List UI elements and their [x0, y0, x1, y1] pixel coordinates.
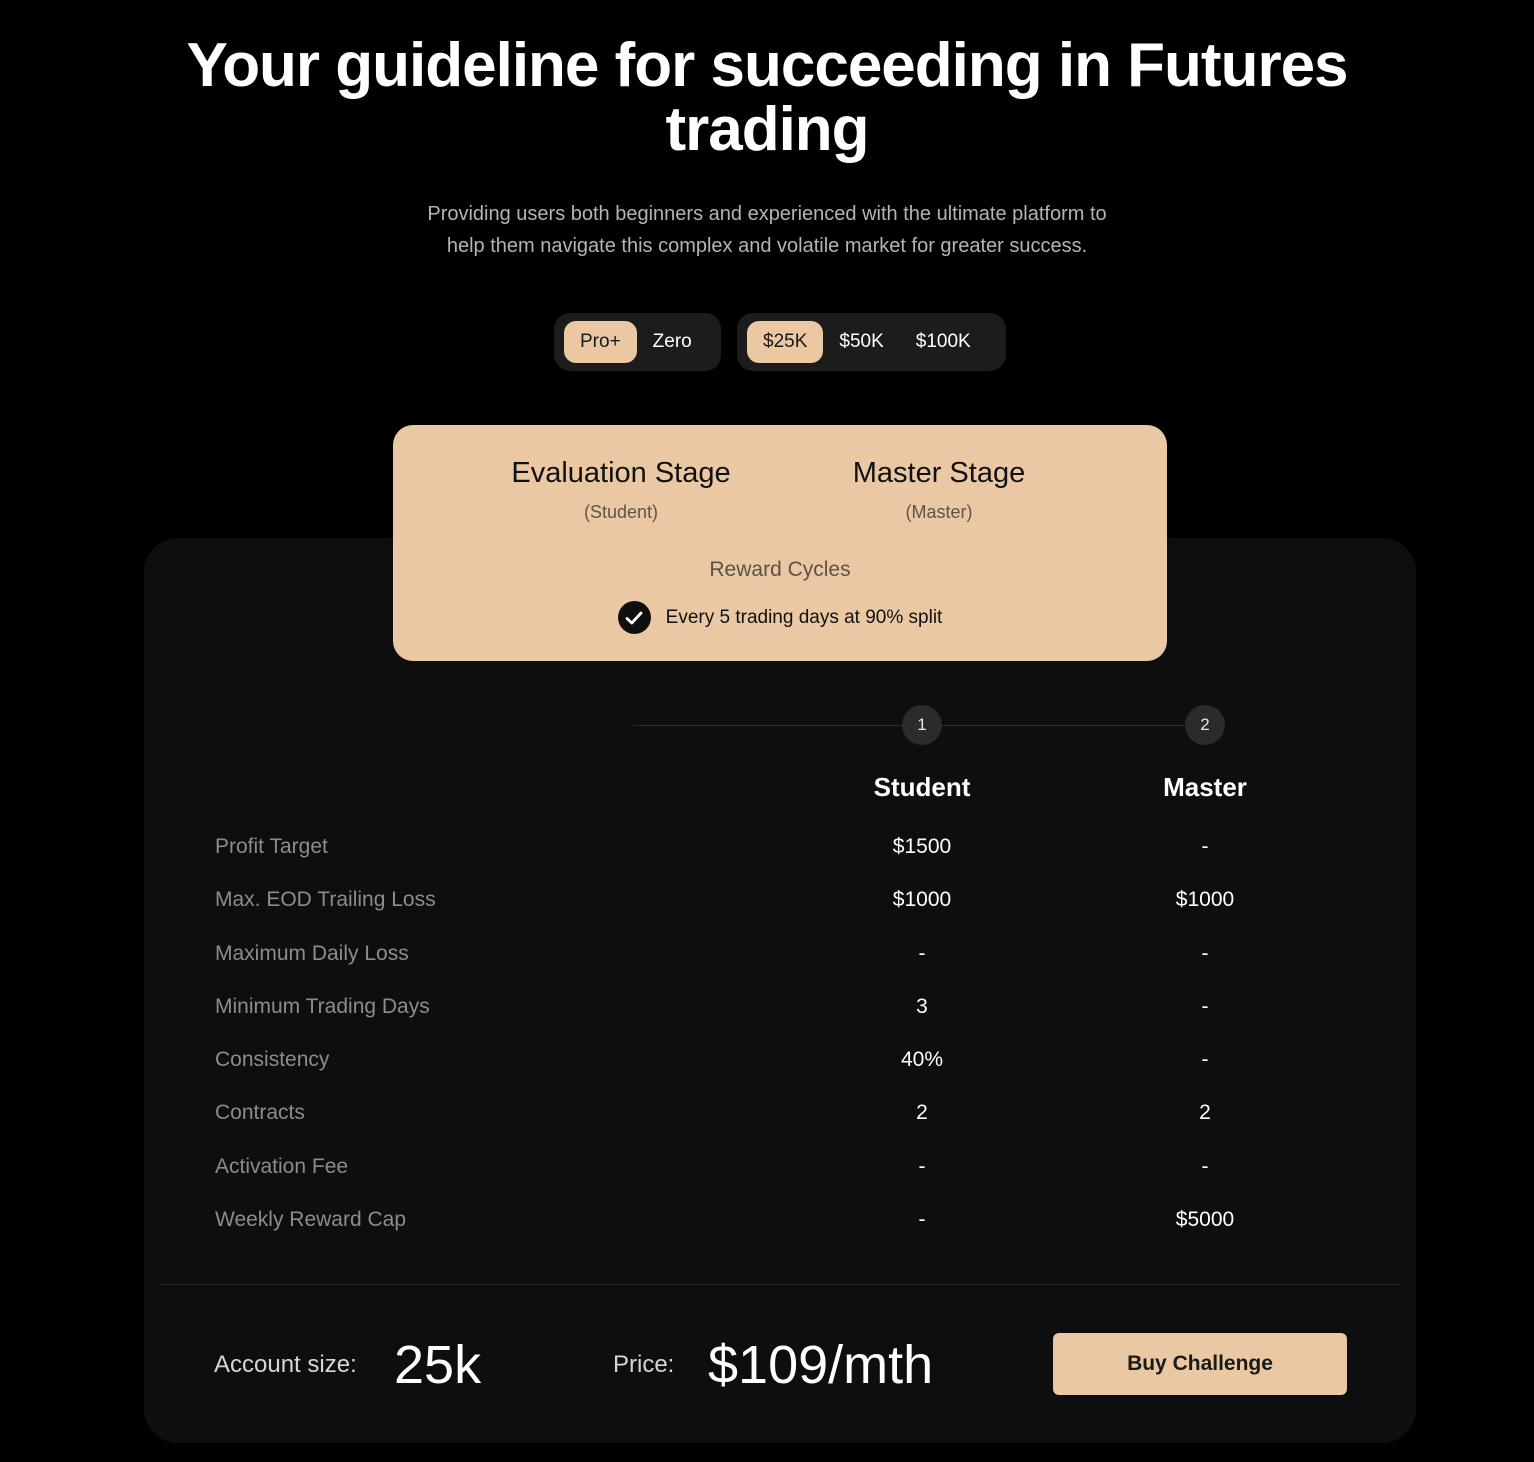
evaluation-stage-title: Evaluation Stage [511, 457, 731, 489]
master-value: - [1201, 994, 1209, 1018]
student-value: - [918, 1154, 926, 1178]
size-option-25k[interactable]: $25K [747, 321, 824, 363]
reward-cycles-title: Reward Cycles [709, 558, 851, 581]
rules-table: Profit Target $1500 - Max. EOD Trailing … [215, 821, 1315, 1247]
plan-option-pro-plus[interactable]: Pro+ [564, 321, 637, 363]
plan-toggle: Pro+ Zero [554, 313, 721, 371]
buy-challenge-button[interactable]: Buy Challenge [1053, 1333, 1347, 1395]
price-value: $109/mth [708, 1335, 934, 1395]
student-value: 40% [900, 1048, 944, 1072]
table-row: Contracts 2 2 [215, 1087, 1315, 1140]
student-value: $1500 [892, 835, 952, 858]
master-stage: Master Stage (Master) [779, 455, 1099, 523]
master-stage-title: Master Stage [852, 457, 1026, 489]
evaluation-stage: Evaluation Stage (Student) [461, 455, 781, 523]
student-value: - [918, 1208, 926, 1232]
master-value: 2 [1199, 1101, 1211, 1125]
account-size-toggle: $25K $50K $100K [737, 313, 1006, 371]
step-marker-2: 2 [1185, 705, 1225, 745]
price-label: Price: [613, 1351, 675, 1378]
account-size-label: Account size: [214, 1351, 357, 1378]
page-title-line-2: trading [665, 95, 869, 164]
page-title-line-1: Your guideline for succeeding in Futures [186, 31, 1348, 100]
row-label: Max. EOD Trailing Loss [215, 888, 436, 912]
master-value: - [1201, 835, 1209, 858]
row-label: Contracts [215, 1101, 305, 1125]
column-header-master: Master [1163, 772, 1247, 802]
table-row: Max. EOD Trailing Loss $1000 $1000 [215, 874, 1315, 927]
account-size-value: 25k [394, 1335, 482, 1395]
size-option-100k[interactable]: $100K [900, 321, 987, 363]
page: Your guideline for succeeding in Futures… [0, 0, 1534, 1462]
student-value: 3 [916, 994, 928, 1018]
master-value: - [1201, 1154, 1209, 1178]
row-label: Profit Target [215, 835, 328, 858]
student-value: $1000 [892, 888, 952, 912]
step-marker-1: 1 [902, 705, 942, 745]
row-label: Weekly Reward Cap [215, 1208, 407, 1232]
page-subtitle: Providing users both beginners and exper… [0, 198, 1534, 262]
row-label: Maximum Daily Loss [215, 941, 409, 965]
master-value: $5000 [1175, 1208, 1235, 1232]
table-row: Activation Fee - - [215, 1141, 1315, 1194]
master-value: - [1201, 941, 1209, 965]
master-value: $1000 [1175, 888, 1235, 912]
table-row: Weekly Reward Cap - $5000 [215, 1194, 1315, 1247]
table-row: Maximum Daily Loss - - [215, 928, 1315, 981]
row-label: Activation Fee [215, 1154, 349, 1178]
page-subtitle-line-1: Providing users both beginners and exper… [427, 203, 1107, 225]
plan-option-zero[interactable]: Zero [637, 321, 708, 363]
table-row: Consistency 40% - [215, 1034, 1315, 1087]
size-option-50k[interactable]: $50K [823, 321, 899, 363]
student-value: - [918, 941, 926, 965]
row-label: Consistency [215, 1048, 330, 1072]
page-subtitle-line-2: help them navigate this complex and vola… [446, 235, 1088, 257]
page-title: Your guideline for succeeding in Futures… [0, 34, 1534, 162]
master-stage-subtitle: (Master) [905, 502, 973, 522]
stage-card: Evaluation Stage (Student) Master Stage … [393, 425, 1167, 661]
row-label: Minimum Trading Days [215, 994, 430, 1018]
footer-divider [160, 1284, 1400, 1285]
master-value: - [1201, 1048, 1209, 1072]
check-circle-icon [617, 601, 651, 634]
reward-cycle-item: Every 5 trading days at 90% split [393, 601, 1167, 634]
reward-cycle-text: Every 5 trading days at 90% split [665, 606, 943, 628]
table-row: Minimum Trading Days 3 - [215, 981, 1315, 1034]
table-row: Profit Target $1500 - [215, 821, 1315, 874]
evaluation-stage-subtitle: (Student) [583, 502, 659, 522]
column-header-student: Student [873, 772, 971, 802]
student-value: 2 [916, 1101, 928, 1125]
